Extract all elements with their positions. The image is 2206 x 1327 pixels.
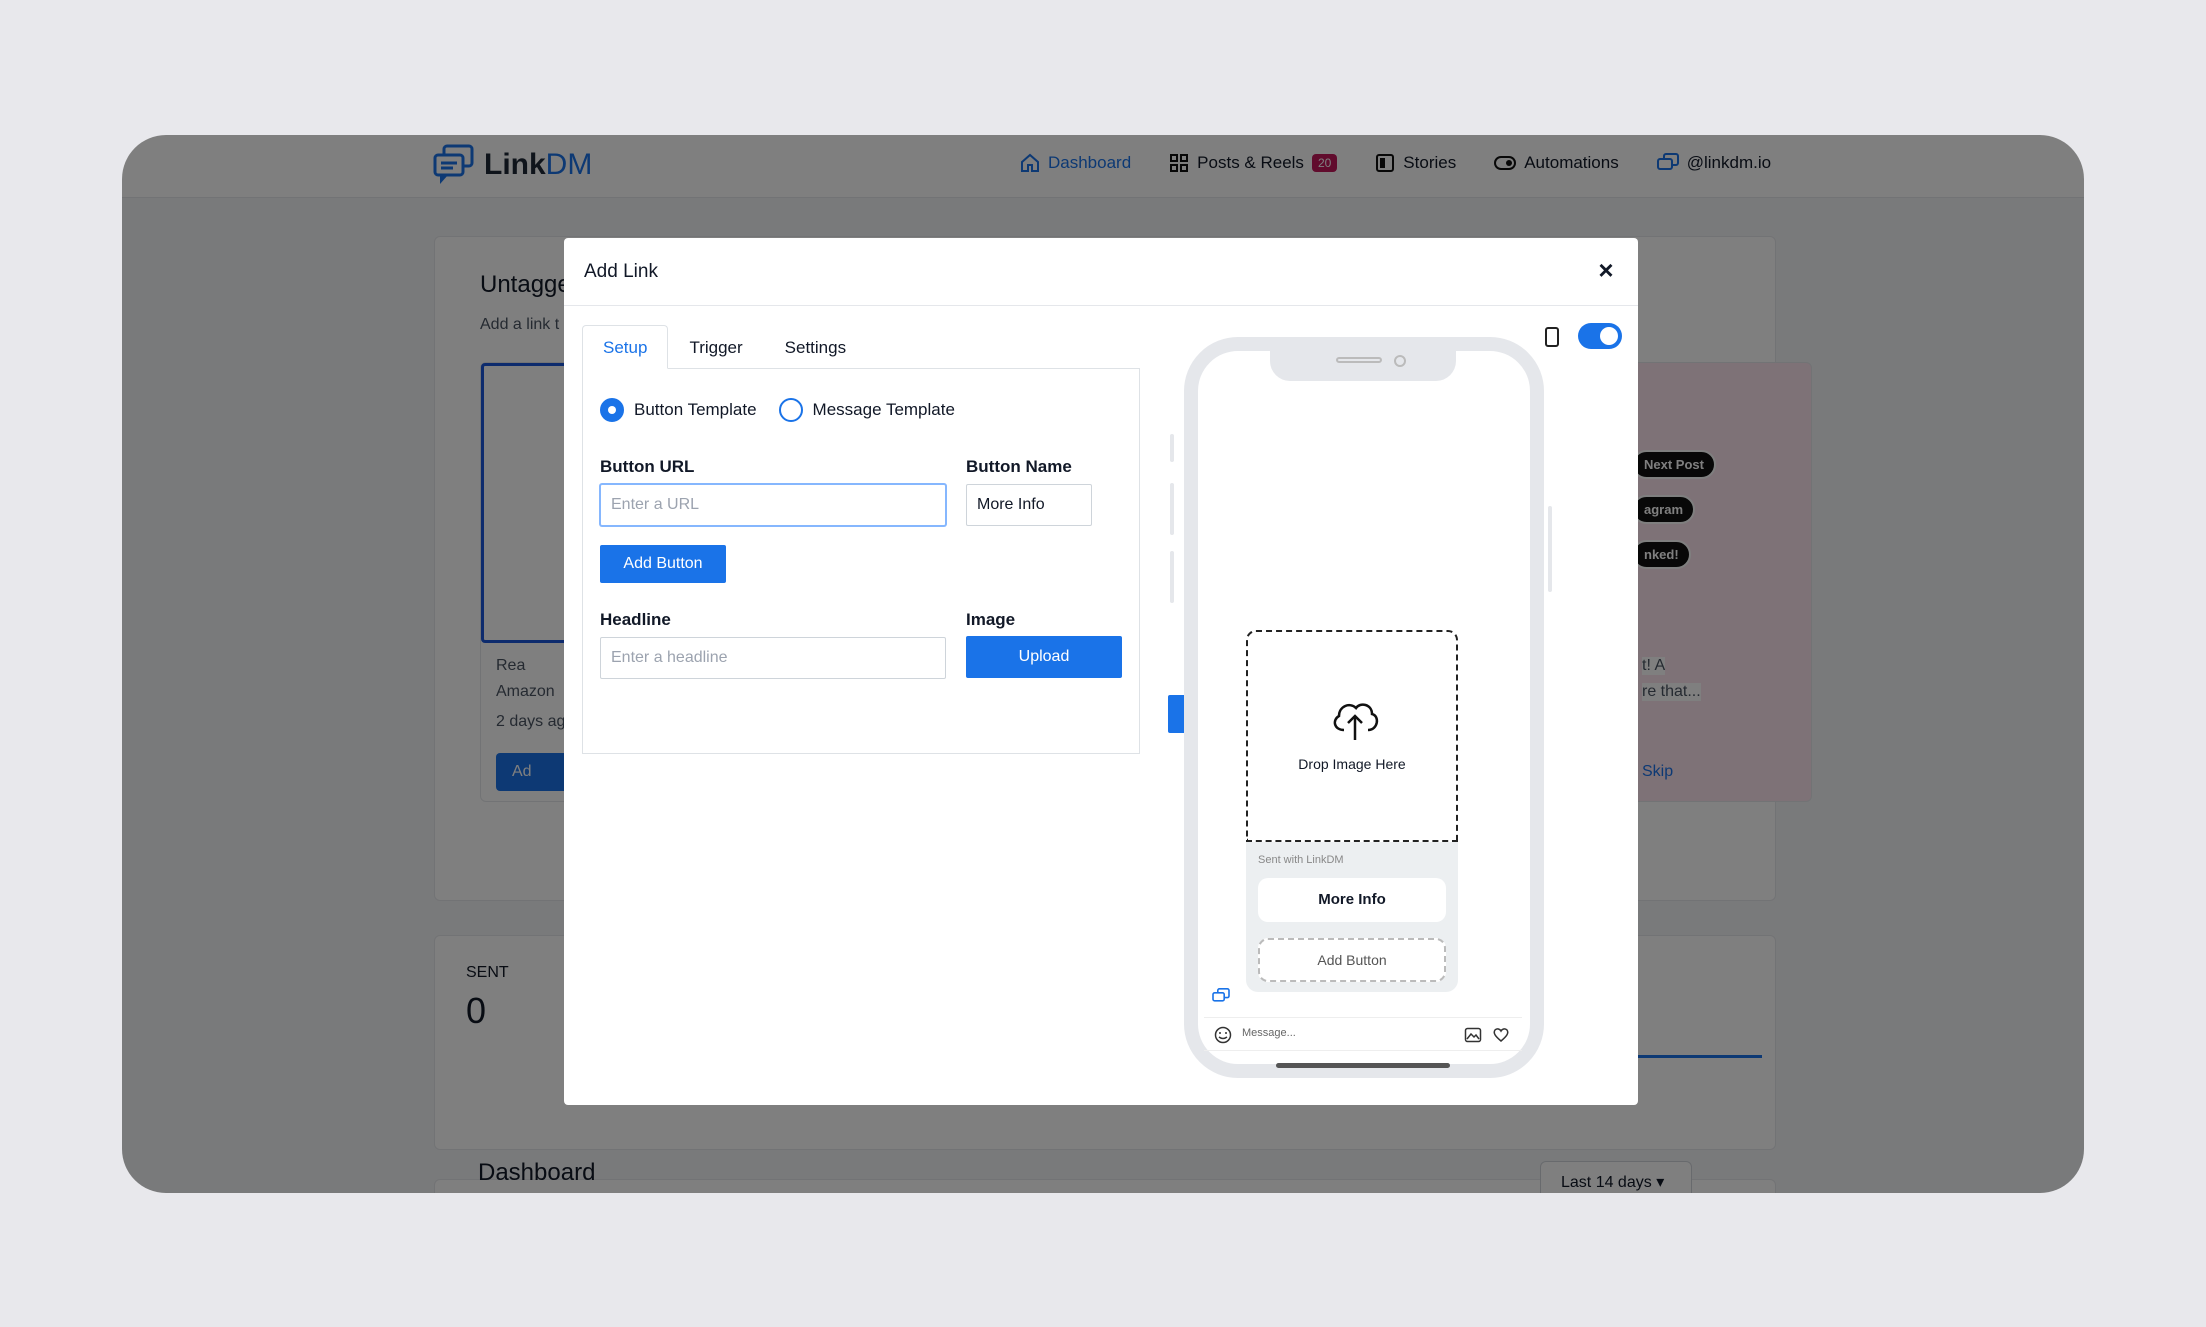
image-drop-zone[interactable]: Drop Image Here bbox=[1246, 630, 1458, 842]
preview-button: More Info bbox=[1258, 878, 1446, 922]
sent-with-label: Sent with LinkDM bbox=[1258, 854, 1344, 866]
headline-label: Headline bbox=[600, 610, 671, 629]
headline-input[interactable] bbox=[600, 637, 946, 679]
message-preview: Sent with LinkDM More Info Add Button bbox=[1246, 842, 1458, 992]
message-bar: Message... bbox=[1204, 1017, 1522, 1051]
phone-side-button bbox=[1170, 551, 1174, 603]
message-template-label[interactable]: Message Template bbox=[813, 400, 955, 420]
emoji-icon bbox=[1214, 1026, 1232, 1044]
speaker-icon bbox=[1336, 357, 1382, 363]
image-label: Image bbox=[966, 610, 1016, 629]
message-placeholder: Message... bbox=[1242, 1027, 1296, 1039]
phone-preview: Drop Image Here Sent with LinkDM More In… bbox=[1184, 337, 1544, 1078]
preview-add-button[interactable]: Add Button bbox=[1258, 938, 1446, 982]
button-template-label[interactable]: Button Template bbox=[634, 400, 757, 420]
add-button[interactable]: Add Button bbox=[600, 545, 726, 583]
camera-icon bbox=[1394, 355, 1406, 367]
phone-notch bbox=[1270, 349, 1456, 381]
button-name-input[interactable] bbox=[966, 484, 1092, 526]
tab-trigger[interactable]: Trigger bbox=[668, 325, 764, 369]
upload-button[interactable]: Upload bbox=[966, 636, 1122, 678]
phone-side-button bbox=[1170, 483, 1174, 535]
modal-title: Add Link bbox=[584, 261, 658, 282]
button-url-label: Button URL bbox=[600, 457, 695, 476]
home-indicator bbox=[1276, 1063, 1450, 1068]
add-link-modal: Add Link × Setup Trigger Settings Button… bbox=[564, 238, 1638, 1105]
button-template-radio[interactable] bbox=[600, 398, 624, 422]
drop-image-text: Drop Image Here bbox=[1298, 756, 1406, 772]
tab-bar: Setup Trigger Settings bbox=[582, 325, 868, 369]
template-radio-group: Button Template Message Template bbox=[600, 398, 977, 422]
linkdm-icon bbox=[1212, 988, 1230, 1002]
phone-side-button bbox=[1170, 434, 1174, 462]
message-template-radio[interactable] bbox=[778, 398, 803, 422]
modal-header: Add Link × bbox=[564, 238, 1638, 306]
button-name-label: Button Name bbox=[966, 457, 1072, 476]
cloud-upload-icon bbox=[1333, 703, 1379, 740]
heart-icon bbox=[1493, 1028, 1509, 1042]
close-button[interactable]: × bbox=[1592, 256, 1620, 284]
mobile-preview-icon bbox=[1545, 327, 1559, 347]
tab-setup[interactable]: Setup bbox=[582, 325, 669, 369]
phone-side-button bbox=[1548, 506, 1552, 592]
app-window: LinkDM Dashboard Posts & Reels 20 Storie… bbox=[122, 135, 2084, 1193]
tab-settings[interactable]: Settings bbox=[763, 325, 868, 369]
button-url-input[interactable] bbox=[600, 484, 946, 526]
preview-toggle[interactable] bbox=[1578, 323, 1622, 349]
image-icon bbox=[1464, 1027, 1482, 1043]
